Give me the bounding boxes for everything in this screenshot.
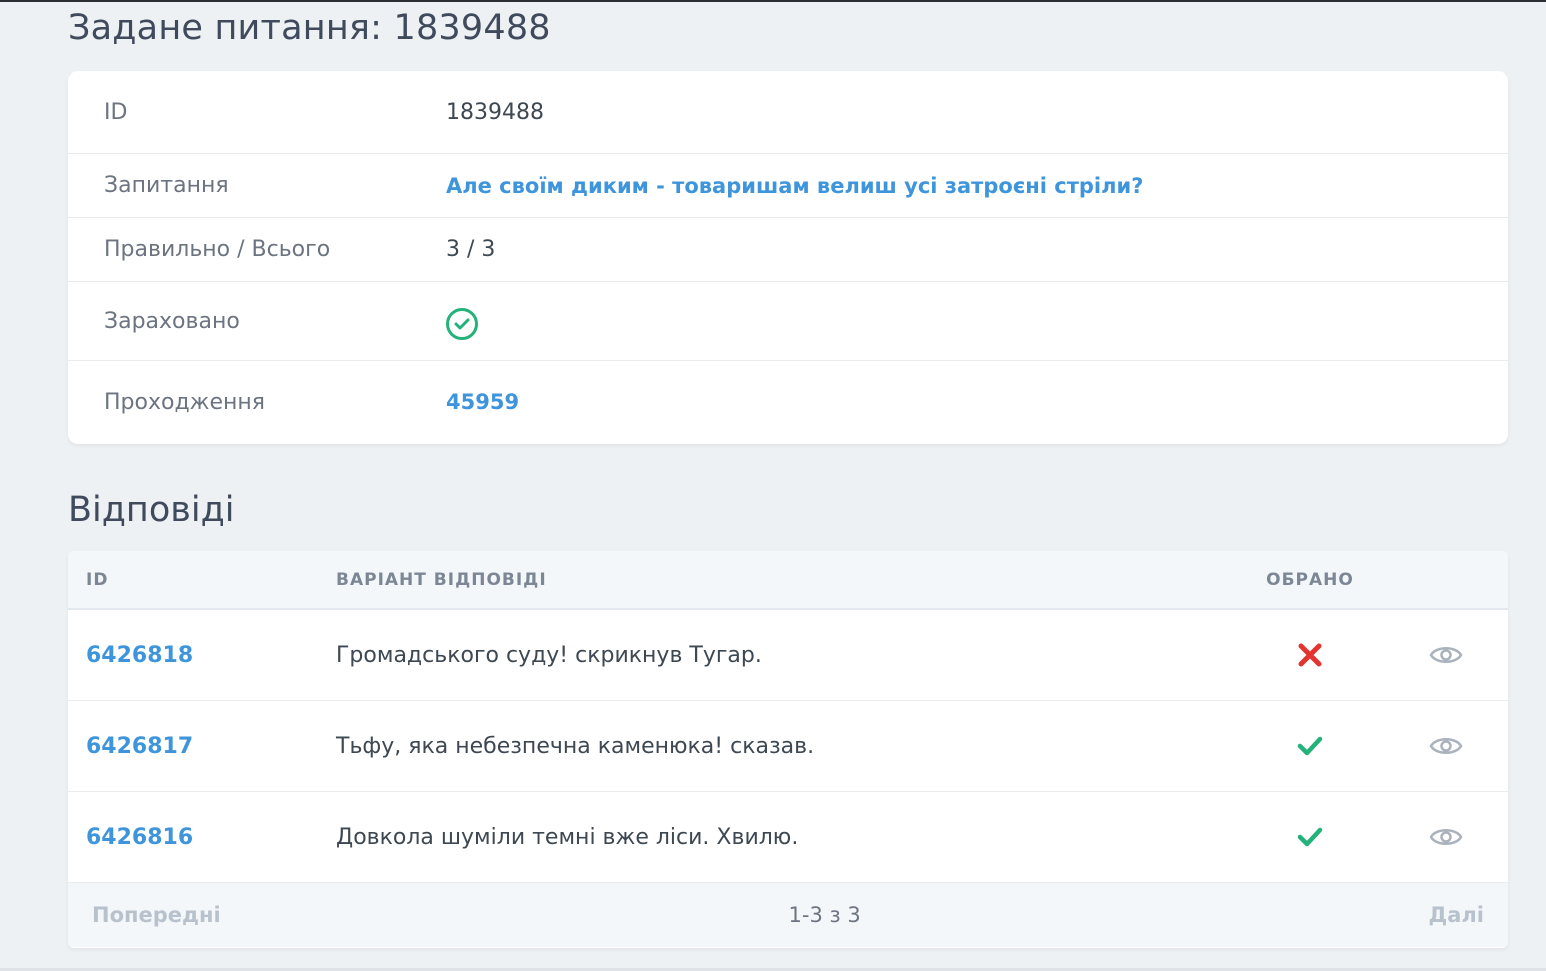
- page-title: Задане питання: 1839488: [68, 8, 551, 48]
- table-row: 6426818 Громадського суду! скрикнув Туга…: [68, 610, 1508, 701]
- answer-text: Довкола шуміли темні вже ліси. Хвилю.: [336, 824, 799, 850]
- table-row: 6426816 Довкола шуміли темні вже ліси. Х…: [68, 792, 1508, 883]
- eye-icon[interactable]: [1429, 734, 1463, 758]
- question-link[interactable]: Але своїм диким - товаришам велиш усі за…: [446, 174, 1143, 198]
- check-circle-icon: [446, 308, 478, 340]
- answers-table: ID ВАРІАНТ ВІДПОВІДІ ОБРАНО 6426818 Гром…: [68, 551, 1508, 948]
- question-details-card: ID 1839488 Запитання Але своїм диким - т…: [68, 71, 1508, 444]
- detail-label: ID: [104, 99, 128, 125]
- check-icon: [1297, 827, 1323, 847]
- detail-label: Правильно / Всього: [104, 237, 331, 262]
- detail-row-id: ID 1839488: [68, 71, 1508, 154]
- answer-text: Громадського суду! скрикнув Тугар.: [336, 642, 762, 668]
- detail-value: 3 / 3: [446, 237, 496, 262]
- detail-label: Проходження: [104, 389, 266, 415]
- prev-page-button[interactable]: Попередні: [92, 903, 221, 927]
- column-header-id[interactable]: ID: [68, 570, 336, 590]
- next-page-button[interactable]: Далі: [1429, 903, 1484, 927]
- attempt-link[interactable]: 45959: [446, 390, 519, 414]
- check-icon: [1297, 736, 1323, 756]
- pagination-info: 1-3 з 3: [788, 903, 861, 927]
- column-header-chosen[interactable]: ОБРАНО: [1236, 570, 1384, 590]
- pagination: Попередні 1-3 з 3 Далі: [68, 883, 1508, 947]
- detail-label: Запитання: [104, 173, 229, 198]
- answer-id-link[interactable]: 6426817: [68, 734, 336, 759]
- detail-row-credited: Зараховано: [68, 282, 1508, 361]
- answer-id-link[interactable]: 6426818: [68, 643, 336, 668]
- eye-icon[interactable]: [1429, 825, 1463, 849]
- eye-icon[interactable]: [1429, 643, 1463, 667]
- column-header-text[interactable]: ВАРІАНТ ВІДПОВІДІ: [336, 570, 1236, 590]
- table-row: 6426817 Тьфу, яка небезпечна каменюка! с…: [68, 701, 1508, 792]
- answer-id-link[interactable]: 6426816: [68, 825, 336, 850]
- detail-label: Зараховано: [104, 308, 240, 334]
- detail-value: 1839488: [446, 99, 544, 125]
- detail-row-score: Правильно / Всього 3 / 3: [68, 218, 1508, 282]
- detail-row-question: Запитання Але своїм диким - товаришам ве…: [68, 154, 1508, 218]
- cross-icon: [1298, 643, 1322, 667]
- table-header: ID ВАРІАНТ ВІДПОВІДІ ОБРАНО: [68, 551, 1508, 610]
- answer-text: Тьфу, яка небезпечна каменюка! сказав.: [336, 733, 815, 759]
- answers-section-title: Відповіді: [68, 490, 235, 530]
- detail-row-attempt: Проходження 45959: [68, 361, 1508, 443]
